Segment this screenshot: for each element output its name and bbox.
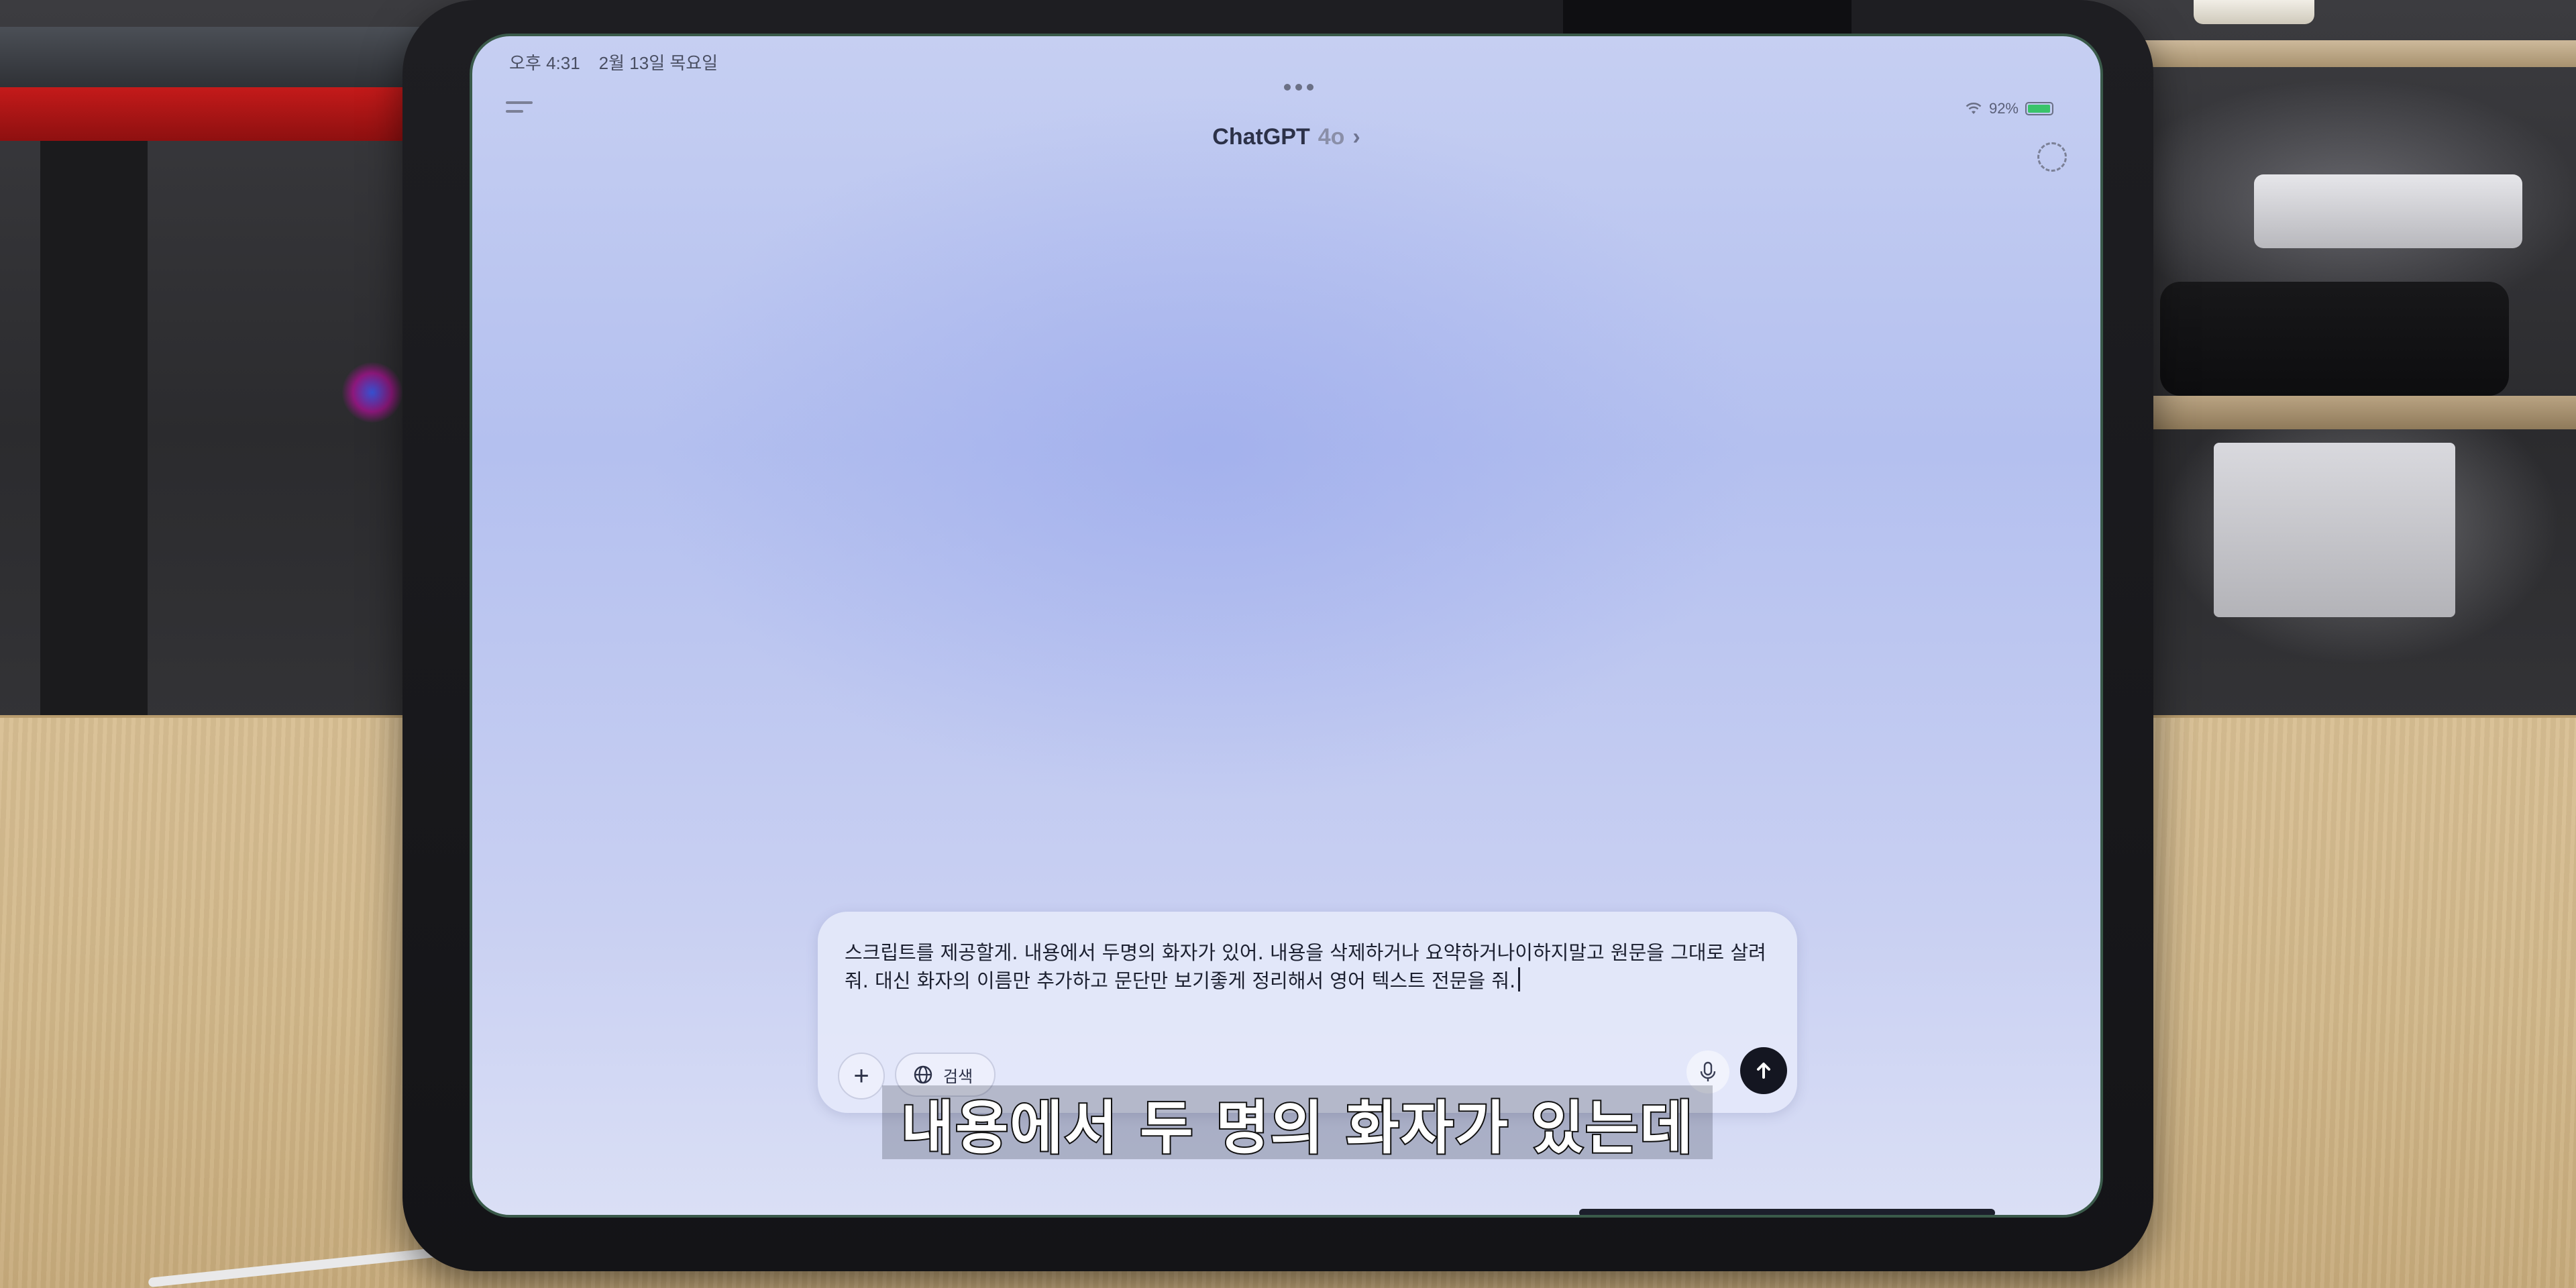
send-button[interactable] xyxy=(1740,1047,1787,1094)
home-indicator[interactable] xyxy=(1579,1209,1995,1215)
plus-icon: + xyxy=(853,1061,869,1091)
model-name: 4o xyxy=(1318,123,1345,150)
battery-level-fill xyxy=(2028,105,2051,113)
background-rgb-light xyxy=(342,362,402,423)
background-shelf-middle xyxy=(2113,396,2576,429)
send-arrow-icon xyxy=(1757,1063,1770,1079)
background-red-object xyxy=(0,87,429,141)
video-subtitle: 내용에서 두 명의 화자가 있는데 xyxy=(882,1085,1713,1163)
multitasking-menu-icon[interactable] xyxy=(1284,79,1313,95)
add-attachment-button[interactable]: + xyxy=(838,1053,885,1099)
status-date: 2월 13일 목요일 xyxy=(598,52,718,73)
model-selector[interactable]: ChatGPT 4o › xyxy=(472,117,2100,157)
wifi-icon xyxy=(1966,102,1982,114)
apple-pencil xyxy=(2194,0,2314,24)
chevron-right-icon: › xyxy=(1352,123,1360,150)
background-monitor xyxy=(0,27,429,87)
message-input[interactable]: 스크립트를 제공할게. 내용에서 두명의 화자가 있어. 내용을 삭제하거나 요… xyxy=(845,938,1770,995)
background-shelf-item xyxy=(2160,282,2509,396)
background-shelf-item xyxy=(2254,174,2522,248)
background-desk-leg xyxy=(40,141,148,718)
status-bar-left: 오후 4:31 2월 13일 목요일 xyxy=(509,48,718,75)
background-shelf-top xyxy=(2113,40,2576,67)
battery-icon xyxy=(2025,102,2053,115)
text-caret xyxy=(1518,967,1521,991)
background-shelf-item xyxy=(2214,443,2455,617)
temporary-chat-icon[interactable] xyxy=(2037,142,2067,172)
app-title: ChatGPT xyxy=(1212,123,1310,150)
microphone-icon xyxy=(1700,1061,1716,1081)
message-input-text: 스크립트를 제공할게. 내용에서 두명의 화자가 있어. 내용을 삭제하거나 요… xyxy=(845,941,1766,992)
battery-percentage: 92% xyxy=(1988,100,2019,117)
status-time: 오후 4:31 xyxy=(509,52,580,73)
ipad-screen: 오후 4:31 2월 13일 목요일 92% ChatGPT 4o › 스크립트… xyxy=(470,34,2103,1218)
